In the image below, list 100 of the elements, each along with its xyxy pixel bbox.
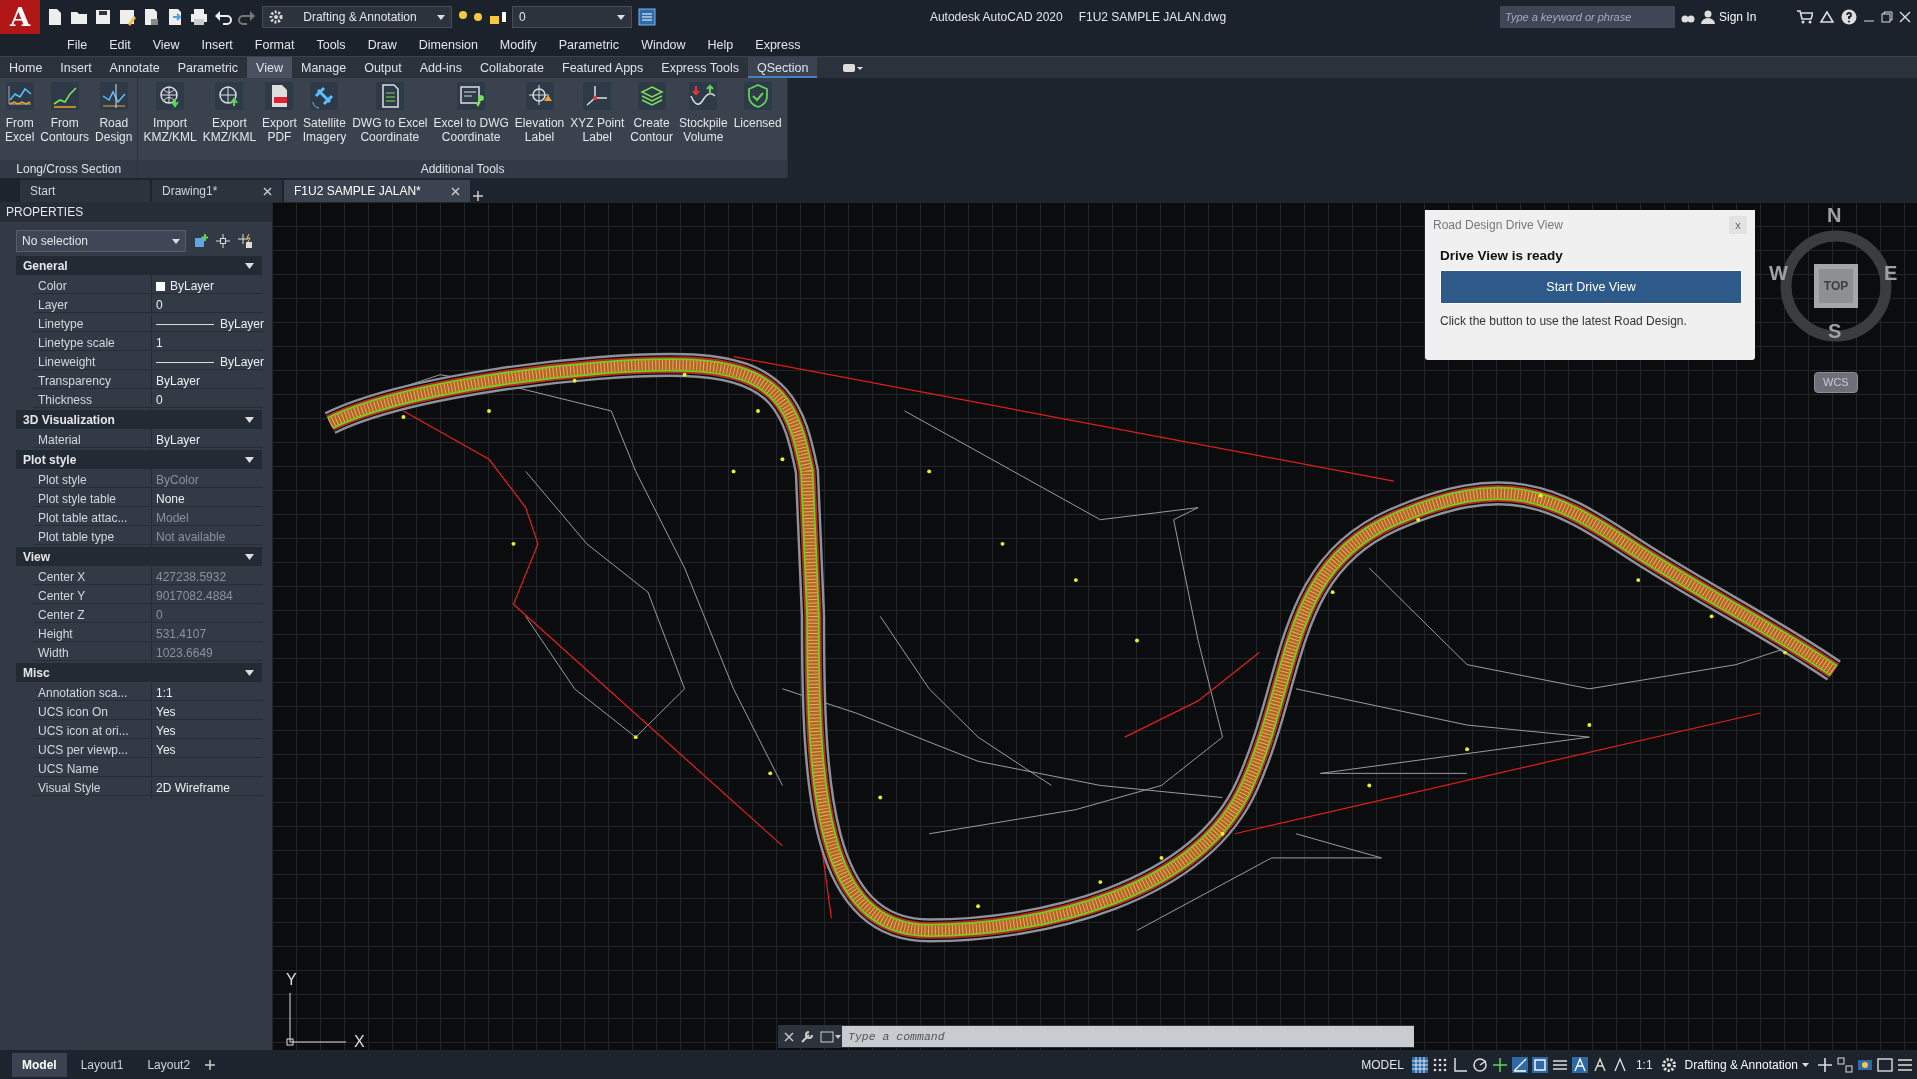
ribbon-tab[interactable]: Add-ins (410, 57, 472, 78)
menu-item[interactable]: Insert (190, 34, 244, 56)
ribbon-tab[interactable]: Manage (291, 57, 356, 78)
start-drive-view-button[interactable]: Start Drive View (1440, 270, 1742, 305)
menu-item[interactable]: Modify (488, 34, 548, 56)
search-field[interactable]: Type a keyword or phrase (1500, 6, 1675, 28)
angle-icon[interactable] (1511, 1056, 1528, 1073)
document-tab[interactable]: Drawing1* (152, 180, 282, 202)
section-header[interactable]: General (16, 256, 262, 275)
ribbon-tab[interactable]: Parametric (168, 57, 248, 78)
command-prompt-icon[interactable] (820, 1030, 842, 1043)
crosshair-icon[interactable] (216, 234, 230, 248)
triangle-nodes-icon[interactable] (1819, 10, 1835, 24)
document-tab[interactable]: F1U2 SAMPLE JALAN* (284, 180, 470, 202)
close-button[interactable]: x (1729, 216, 1747, 234)
section-header[interactable]: View (16, 547, 262, 566)
layout-tab[interactable]: Layout2 (137, 1052, 201, 1077)
ribbon-button[interactable]: Export KMZ/KML (199, 82, 260, 160)
snap-dots-icon[interactable] (1431, 1056, 1448, 1073)
ribbon-tab[interactable]: Express Tools (652, 57, 748, 78)
ribbon-button[interactable]: From Excel (2, 82, 38, 160)
quick-select-icon[interactable] (194, 234, 208, 248)
help-icon[interactable] (1841, 9, 1857, 25)
menu-item[interactable]: View (141, 34, 191, 56)
menu-item[interactable]: Express (744, 34, 812, 56)
ribbon-button[interactable]: Road Design (92, 82, 136, 160)
camera-icon[interactable] (841, 61, 864, 74)
menu-item[interactable]: Format (243, 34, 306, 56)
plus-icon[interactable] (1817, 1056, 1833, 1073)
layout-tab[interactable]: Model (12, 1052, 67, 1077)
ribbon-button[interactable]: From Contours (37, 82, 93, 160)
menu-item[interactable]: Help (696, 34, 745, 56)
workspace-dropdown[interactable]: Drafting & Annotation (262, 6, 452, 28)
gear-icon[interactable] (1660, 1056, 1677, 1073)
ribbon-button[interactable]: Licensed (730, 82, 785, 160)
ribbon-tab[interactable]: Home (0, 57, 52, 78)
wrench-icon[interactable] (800, 1029, 814, 1044)
ribbon-button[interactable]: XYZ Point Label (567, 82, 628, 160)
ribbon-button[interactable]: Satellite Imagery (299, 82, 350, 160)
model-space-button[interactable]: MODEL (1357, 1055, 1408, 1074)
ribbon-tab[interactable]: Output (355, 57, 411, 78)
restore-icon[interactable] (1881, 11, 1893, 23)
ribbon-tab[interactable]: View (247, 57, 292, 78)
properties-icon[interactable] (638, 8, 656, 26)
menu-item[interactable]: Edit (98, 34, 142, 56)
polar-icon[interactable] (1471, 1056, 1488, 1073)
layout-tab[interactable]: Layout1 (70, 1052, 134, 1077)
cross-section-icon (99, 82, 128, 110)
property-label: UCS icon On (34, 701, 152, 723)
menu-item[interactable]: Draw (356, 34, 408, 56)
ortho-icon[interactable] (1451, 1056, 1468, 1073)
menu-item[interactable]: Parametric (547, 34, 631, 56)
ribbon-button[interactable]: Export PDF (259, 82, 300, 160)
square-icon[interactable] (1531, 1056, 1548, 1073)
property-value: 0 (155, 607, 164, 624)
property-label: Plot style table (34, 488, 152, 510)
selection-dropdown[interactable]: No selection (16, 230, 186, 252)
document-tab[interactable]: Start (20, 180, 150, 202)
close-icon[interactable] (450, 186, 460, 196)
workspace-dropdown[interactable]: Drafting & Annotation (1680, 1055, 1813, 1074)
cart-icon[interactable] (1797, 10, 1813, 24)
document-list-icon (375, 82, 404, 110)
ribbon-tab[interactable]: QSection (747, 57, 818, 78)
app-logo[interactable]: A (0, 0, 40, 34)
osnap-icon[interactable] (1491, 1056, 1508, 1073)
menu-icon[interactable] (1897, 1056, 1913, 1073)
ribbon-tab[interactable]: Insert (51, 57, 101, 78)
grid-icon[interactable] (1411, 1056, 1428, 1073)
printer-icon[interactable] (190, 8, 208, 26)
menu-item[interactable]: Window (630, 34, 697, 56)
close-icon[interactable] (263, 186, 272, 196)
redo-icon[interactable] (238, 8, 256, 26)
ribbon-button[interactable]: DWG to Excel Coordinate (349, 82, 431, 160)
document-icon[interactable] (142, 8, 160, 26)
close-icon[interactable] (784, 1031, 794, 1042)
file-icon[interactable] (46, 8, 64, 26)
command-field[interactable]: Type a command (842, 1026, 1414, 1047)
section-header[interactable]: Plot style (16, 450, 262, 469)
menu-item[interactable]: Tools (305, 34, 357, 56)
ribbon-button[interactable]: Stockpile Volume (675, 82, 731, 160)
scale-dropdown[interactable]: 1:1 (1631, 1055, 1657, 1074)
plus-icon[interactable] (471, 190, 484, 202)
clean-screen-icon[interactable] (1877, 1056, 1893, 1073)
ribbon-tab[interactable]: Collaborate (471, 57, 553, 78)
ribbon-tab[interactable]: Annotate (100, 57, 169, 78)
plus-icon[interactable] (204, 1058, 217, 1071)
close-icon[interactable] (1899, 11, 1911, 23)
ribbon-tab[interactable]: Featured Apps (553, 57, 653, 78)
section-header[interactable]: Misc (16, 663, 262, 682)
document-icon[interactable] (166, 8, 184, 26)
section-header[interactable]: 3D Visualization (16, 410, 262, 429)
ribbon-button[interactable]: Import KMZ/KML (140, 82, 200, 160)
ribbon-button[interactable]: Create Contour (627, 82, 676, 160)
pick-add-icon[interactable] (238, 234, 252, 248)
menu-item[interactable]: Dimension (407, 34, 489, 56)
sign-in-button[interactable]: Sign In (1701, 8, 1791, 26)
ribbon-button[interactable]: Excel to DWG Coordinate (430, 82, 512, 160)
ribbon-button[interactable]: Elevation Label (511, 82, 568, 160)
menu-item[interactable]: File (56, 34, 99, 56)
layer-dropdown[interactable]: 0 (512, 6, 632, 28)
